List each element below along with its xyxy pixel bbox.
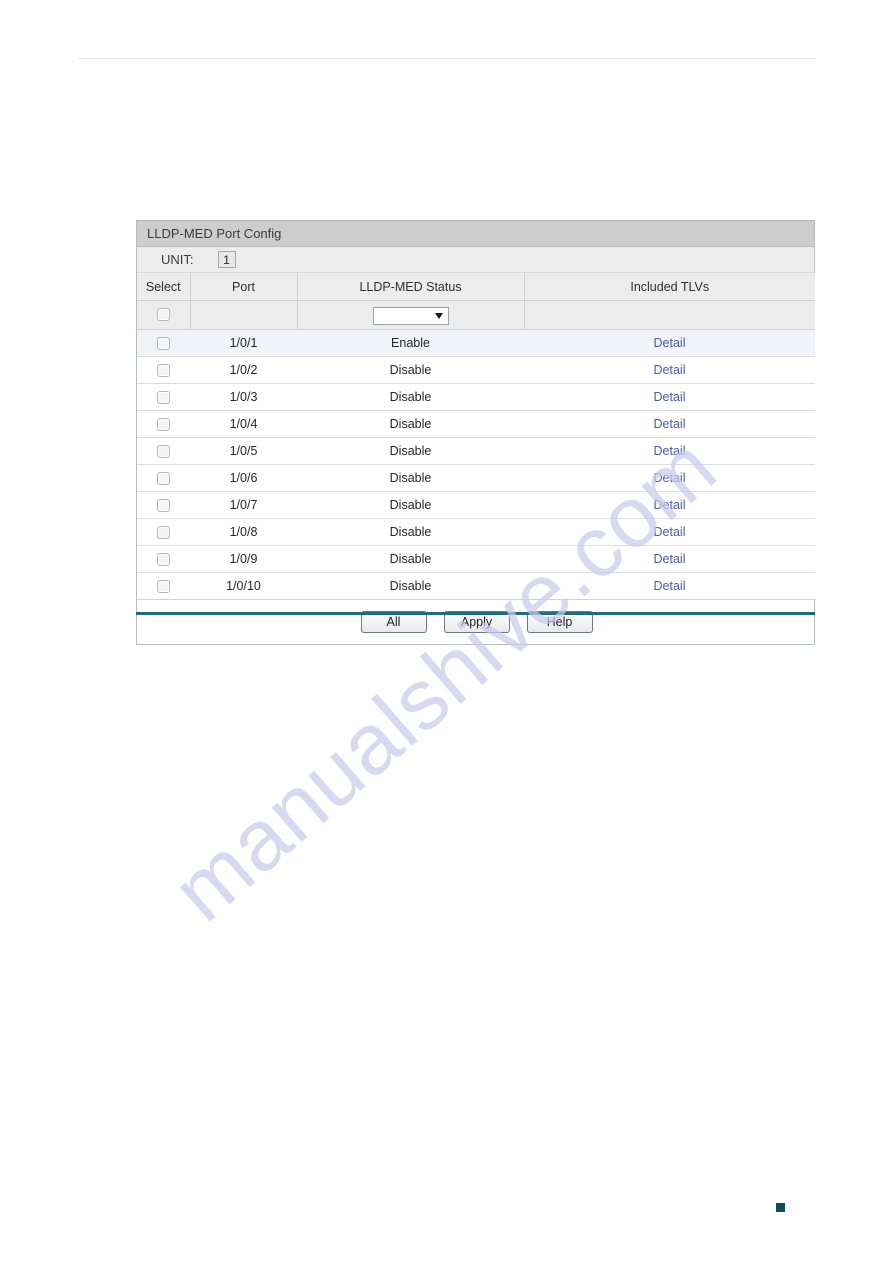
detail-link[interactable]: Detail — [654, 579, 686, 593]
cell-status: Disable — [297, 491, 524, 519]
cell-included-tlvs: Detail — [524, 437, 815, 465]
table-row: 1/0/2 Disable Detail — [137, 356, 815, 384]
row-checkbox[interactable] — [157, 553, 170, 567]
cell-status: Disable — [297, 437, 524, 465]
table-row: 1/0/8 Disable Detail — [137, 518, 815, 546]
table-row: 1/0/7 Disable Detail — [137, 491, 815, 519]
row-checkbox[interactable] — [157, 445, 170, 459]
unit-row: UNIT: 1 — [137, 247, 814, 273]
cell-port: 1/0/5 — [190, 437, 297, 465]
table-row: 1/0/1 Enable Detail — [137, 329, 815, 357]
action-button-row: All Apply Help — [137, 599, 814, 644]
row-checkbox[interactable] — [157, 391, 170, 405]
table-row: 1/0/10 Disable Detail — [137, 572, 815, 599]
row-select-cell — [137, 572, 190, 599]
select-all-cell — [137, 300, 191, 330]
cell-port: 1/0/3 — [190, 383, 297, 411]
row-select-cell — [137, 545, 190, 573]
detail-link[interactable]: Detail — [654, 417, 686, 431]
detail-link[interactable]: Detail — [654, 363, 686, 377]
lldp-med-port-config-panel: LLDP-MED Port Config UNIT: 1 Select Port… — [136, 220, 815, 645]
cell-port: 1/0/4 — [190, 410, 297, 438]
select-all-checkbox[interactable] — [156, 308, 170, 322]
row-checkbox[interactable] — [157, 418, 170, 432]
detail-link[interactable]: Detail — [654, 525, 686, 539]
column-header-port: Port — [190, 273, 298, 301]
row-select-cell — [137, 518, 190, 546]
header-divider — [78, 58, 815, 59]
table-row: 1/0/4 Disable Detail — [137, 410, 815, 438]
cell-status: Disable — [297, 545, 524, 573]
port-rows: 1/0/1 Enable Detail 1/0/2 Disable Detail 1/0/3… — [137, 329, 815, 599]
row-checkbox[interactable] — [157, 364, 170, 378]
filter-status-cell — [297, 300, 525, 330]
row-checkbox[interactable] — [157, 499, 170, 513]
cell-port: 1/0/9 — [190, 545, 297, 573]
row-checkbox[interactable] — [157, 580, 170, 594]
row-select-cell — [137, 356, 190, 384]
cell-status: Disable — [297, 383, 524, 411]
table-row: 1/0/5 Disable Detail — [137, 437, 815, 465]
row-select-cell — [137, 437, 190, 465]
cell-port: 1/0/6 — [190, 464, 297, 492]
cell-included-tlvs: Detail — [524, 410, 815, 438]
cell-included-tlvs: Detail — [524, 356, 815, 384]
cell-status: Disable — [297, 410, 524, 438]
cell-status: Disable — [297, 464, 524, 492]
cell-included-tlvs: Detail — [524, 464, 815, 492]
cell-port: 1/0/2 — [190, 356, 297, 384]
cell-status: Enable — [297, 329, 524, 357]
page-corner-marker — [776, 1203, 785, 1212]
detail-link[interactable]: Detail — [654, 444, 686, 458]
detail-link[interactable]: Detail — [654, 552, 686, 566]
port-config-table: Select Port LLDP-MED Status Included TLV… — [137, 273, 815, 599]
panel-title: LLDP-MED Port Config — [137, 221, 814, 247]
detail-link[interactable]: Detail — [654, 336, 686, 350]
table-header-row: Select Port LLDP-MED Status Included TLV… — [137, 273, 815, 301]
cell-included-tlvs: Detail — [524, 329, 815, 357]
cell-included-tlvs: Detail — [524, 572, 815, 599]
bulk-edit-row — [137, 300, 815, 330]
section-accent-rule — [136, 612, 815, 615]
row-checkbox[interactable] — [157, 337, 170, 351]
cell-included-tlvs: Detail — [524, 383, 815, 411]
table-row: 1/0/3 Disable Detail — [137, 383, 815, 411]
row-select-cell — [137, 410, 190, 438]
cell-port: 1/0/1 — [190, 329, 297, 357]
table-row: 1/0/9 Disable Detail — [137, 545, 815, 573]
cell-included-tlvs: Detail — [524, 518, 815, 546]
cell-port: 1/0/7 — [190, 491, 297, 519]
unit-label: UNIT: — [161, 252, 194, 267]
cell-status: Disable — [297, 518, 524, 546]
chevron-down-icon — [434, 312, 443, 319]
row-checkbox[interactable] — [157, 472, 170, 486]
status-select[interactable] — [372, 306, 449, 325]
filter-port-cell — [190, 300, 298, 330]
table-row: 1/0/6 Disable Detail — [137, 464, 815, 492]
column-header-included-tlvs: Included TLVs — [524, 273, 815, 301]
row-checkbox[interactable] — [157, 526, 170, 540]
detail-link[interactable]: Detail — [654, 471, 686, 485]
unit-selector[interactable]: 1 — [217, 251, 236, 268]
cell-port: 1/0/8 — [190, 518, 297, 546]
row-select-cell — [137, 491, 190, 519]
detail-link[interactable]: Detail — [654, 390, 686, 404]
column-header-status: LLDP-MED Status — [297, 273, 525, 301]
cell-status: Disable — [297, 572, 524, 599]
cell-included-tlvs: Detail — [524, 491, 815, 519]
row-select-cell — [137, 329, 190, 357]
cell-port: 1/0/10 — [190, 572, 297, 599]
detail-link[interactable]: Detail — [654, 498, 686, 512]
column-header-select: Select — [137, 273, 191, 301]
row-select-cell — [137, 383, 190, 411]
filter-tlv-cell — [524, 300, 815, 330]
table-body — [137, 300, 815, 330]
row-select-cell — [137, 464, 190, 492]
cell-status: Disable — [297, 356, 524, 384]
document-page: manualshive.com LLDP-MED Port Config UNI… — [0, 0, 893, 1263]
cell-included-tlvs: Detail — [524, 545, 815, 573]
